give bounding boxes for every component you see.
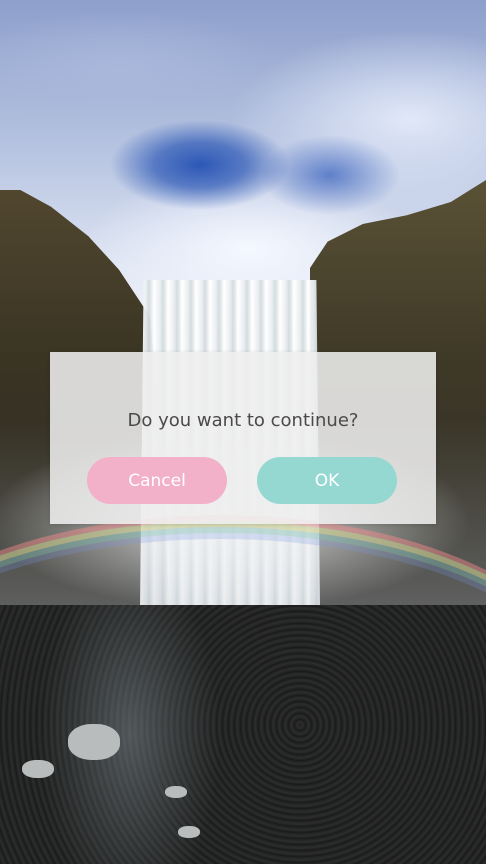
- app-screen: Do you want to continue? Cancel OK: [0, 0, 486, 864]
- dialog-message: Do you want to continue?: [127, 410, 359, 431]
- ok-button[interactable]: OK: [257, 457, 397, 504]
- rock: [68, 724, 120, 760]
- rock: [178, 826, 200, 838]
- confirm-dialog: Do you want to continue? Cancel OK: [50, 352, 436, 524]
- rock: [22, 760, 54, 778]
- cancel-button[interactable]: Cancel: [87, 457, 227, 504]
- rock: [165, 786, 187, 798]
